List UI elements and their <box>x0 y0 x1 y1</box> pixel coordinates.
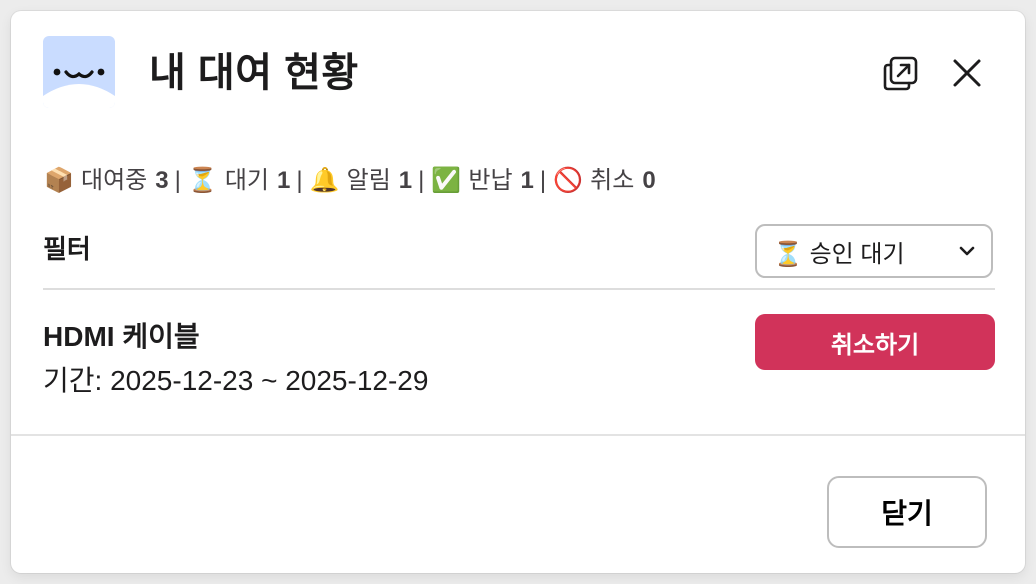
status-label: 알림 <box>346 167 391 194</box>
check-icon: ✅ <box>431 167 462 194</box>
status-rented: 📦 대여중 3 <box>43 163 169 199</box>
status-separator: | <box>418 167 425 194</box>
close-button[interactable]: 닫기 <box>827 476 987 548</box>
status-separator: | <box>539 167 547 194</box>
status-label: 반납 <box>468 167 513 194</box>
package-icon: 📦 <box>44 167 74 194</box>
modal-header: 내 대여 현황 <box>11 11 1025 131</box>
status-separator: | <box>296 167 303 194</box>
chevron-down-icon <box>959 246 975 256</box>
status-returned: ✅ 반납 1 <box>430 163 534 199</box>
status-alert: 🔔 알림 1 <box>309 163 413 199</box>
status-count: 1 <box>398 167 413 194</box>
footer-divider <box>11 434 1025 436</box>
rental-item-name: HDMI 케이블 <box>43 321 200 352</box>
status-label: 대여중 <box>81 167 148 194</box>
filter-selected-label: 승인 대기 <box>809 240 905 268</box>
filter-selected-value: ⏳ 승인 대기 <box>773 234 957 269</box>
rental-item-period: 기간: 2025-12-23 ~ 2025-12-29 <box>43 365 429 396</box>
open-in-window-icon[interactable] <box>881 53 921 93</box>
status-summary: 📦 대여중 3 | ⏳ 대기 1 | 🔔 알림 1 | ✅ 반납 1 | 🚫 취… <box>43 163 656 199</box>
rental-status-modal: 내 대여 현황 📦 대여중 3 | ⏳ 대기 1 | 🔔 알림 1 | ✅ 반납… <box>11 11 1025 573</box>
avatar-face-icon <box>43 36 115 108</box>
status-label: 취소 <box>590 167 635 194</box>
prohibited-icon: 🚫 <box>553 167 584 194</box>
divider <box>43 288 995 290</box>
status-separator: | <box>174 167 181 194</box>
bell-icon: 🔔 <box>309 167 340 194</box>
status-waiting: ⏳ 대기 1 <box>187 163 291 199</box>
filter-select[interactable]: ⏳ 승인 대기 <box>755 224 993 278</box>
status-count: 1 <box>520 167 534 194</box>
status-count: 1 <box>277 167 291 194</box>
filter-label: 필터 <box>43 234 91 264</box>
status-label: 대기 <box>224 167 270 194</box>
status-cancelled: 🚫 취소 0 <box>552 163 656 199</box>
cancel-rental-button[interactable]: 취소하기 <box>755 314 995 370</box>
close-icon[interactable] <box>947 53 987 93</box>
status-count: 0 <box>642 167 656 194</box>
hourglass-icon: ⏳ <box>773 240 803 268</box>
hourglass-icon: ⏳ <box>187 167 218 194</box>
modal-title: 내 대여 현황 <box>149 51 359 95</box>
app-avatar <box>43 36 115 108</box>
status-count: 3 <box>155 167 169 194</box>
